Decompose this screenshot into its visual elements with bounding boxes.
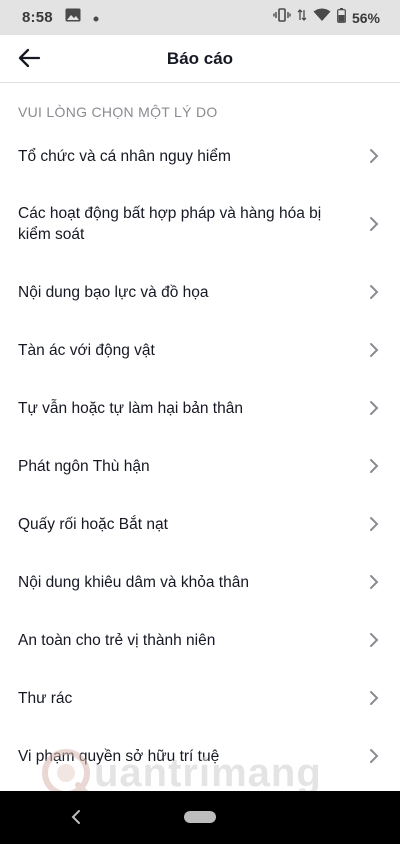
image-icon [65,8,81,27]
reason-label: Vi phạm quyền sở hữu trí tuệ [18,747,220,765]
chevron-right-icon [370,691,379,705]
header: Báo cáo [0,35,400,83]
reason-item-violent-content[interactable]: Nội dung bạo lực và đồ họa [0,263,400,321]
reason-label: Phát ngôn Thù hận [18,457,150,475]
reason-label: Nội dung khiêu dâm và khỏa thân [18,573,249,591]
reason-item-minor-safety[interactable]: An toàn cho trẻ vị thành niên [0,611,400,669]
chevron-right-icon [370,633,379,647]
wifi-icon [313,8,331,27]
chevron-right-icon [370,217,379,231]
status-left: 8:58 [22,8,99,27]
page-title: Báo cáo [166,48,234,68]
reason-item-animal-cruelty[interactable]: Tàn ác với động vật [0,321,400,379]
reason-label: Các hoạt động bất hợp pháp và hàng hóa b… [18,205,322,243]
chevron-right-icon [370,149,379,163]
data-arrows-icon [297,8,307,27]
status-time: 8:58 [22,9,53,26]
reason-item-dangerous-orgs[interactable]: Tổ chức và cá nhân nguy hiểm [0,127,400,185]
status-right: 56% [273,7,380,28]
chevron-right-icon [370,401,379,415]
navigation-bar [0,791,400,844]
reason-label: Tổ chức và cá nhân nguy hiểm [18,147,231,165]
reason-item-spam[interactable]: Thư rác [0,669,400,727]
reason-label: Nội dung bạo lực và đồ họa [18,283,209,301]
reason-item-harassment[interactable]: Quấy rối hoặc Bắt nạt [0,495,400,553]
reason-label: An toàn cho trẻ vị thành niên [18,631,216,649]
reason-item-ip-violation[interactable]: Vi phạm quyền sở hữu trí tuệ [0,727,400,785]
chevron-right-icon [370,459,379,473]
nav-home-pill[interactable] [184,811,216,823]
chevron-right-icon [370,285,379,299]
reason-item-hate-speech[interactable]: Phát ngôn Thù hận [0,437,400,495]
arrow-left-icon [17,48,41,73]
chevron-right-icon [370,749,379,763]
status-bar: 8:58 56% [0,0,400,35]
chevron-right-icon [370,517,379,531]
battery-percentage: 56% [351,9,380,26]
section-heading: VUI LÒNG CHỌN MỘT LÝ DO [18,104,218,120]
nav-back-icon[interactable] [68,808,84,826]
chevron-right-icon [370,343,379,357]
back-button[interactable] [14,45,44,75]
reason-item-illegal-activities[interactable]: Các hoạt động bất hợp pháp và hàng hóa b… [0,185,400,263]
reason-label: Quấy rối hoặc Bắt nạt [18,515,168,533]
reason-label: Tàn ác với động vật [18,341,155,359]
reason-item-nudity[interactable]: Nội dung khiêu dâm và khỏa thân [0,553,400,611]
vibrate-icon [273,8,291,27]
reason-item-self-harm[interactable]: Tự vẫn hoặc tự làm hại bản thân [0,379,400,437]
reason-label: Tự vẫn hoặc tự làm hại bản thân [18,399,243,417]
reason-list: Tổ chức và cá nhân nguy hiểm Các hoạt độ… [0,127,400,785]
reason-label: Thư rác [18,689,73,707]
battery-icon [337,7,346,28]
chevron-right-icon [370,575,379,589]
dot-icon [93,9,99,27]
